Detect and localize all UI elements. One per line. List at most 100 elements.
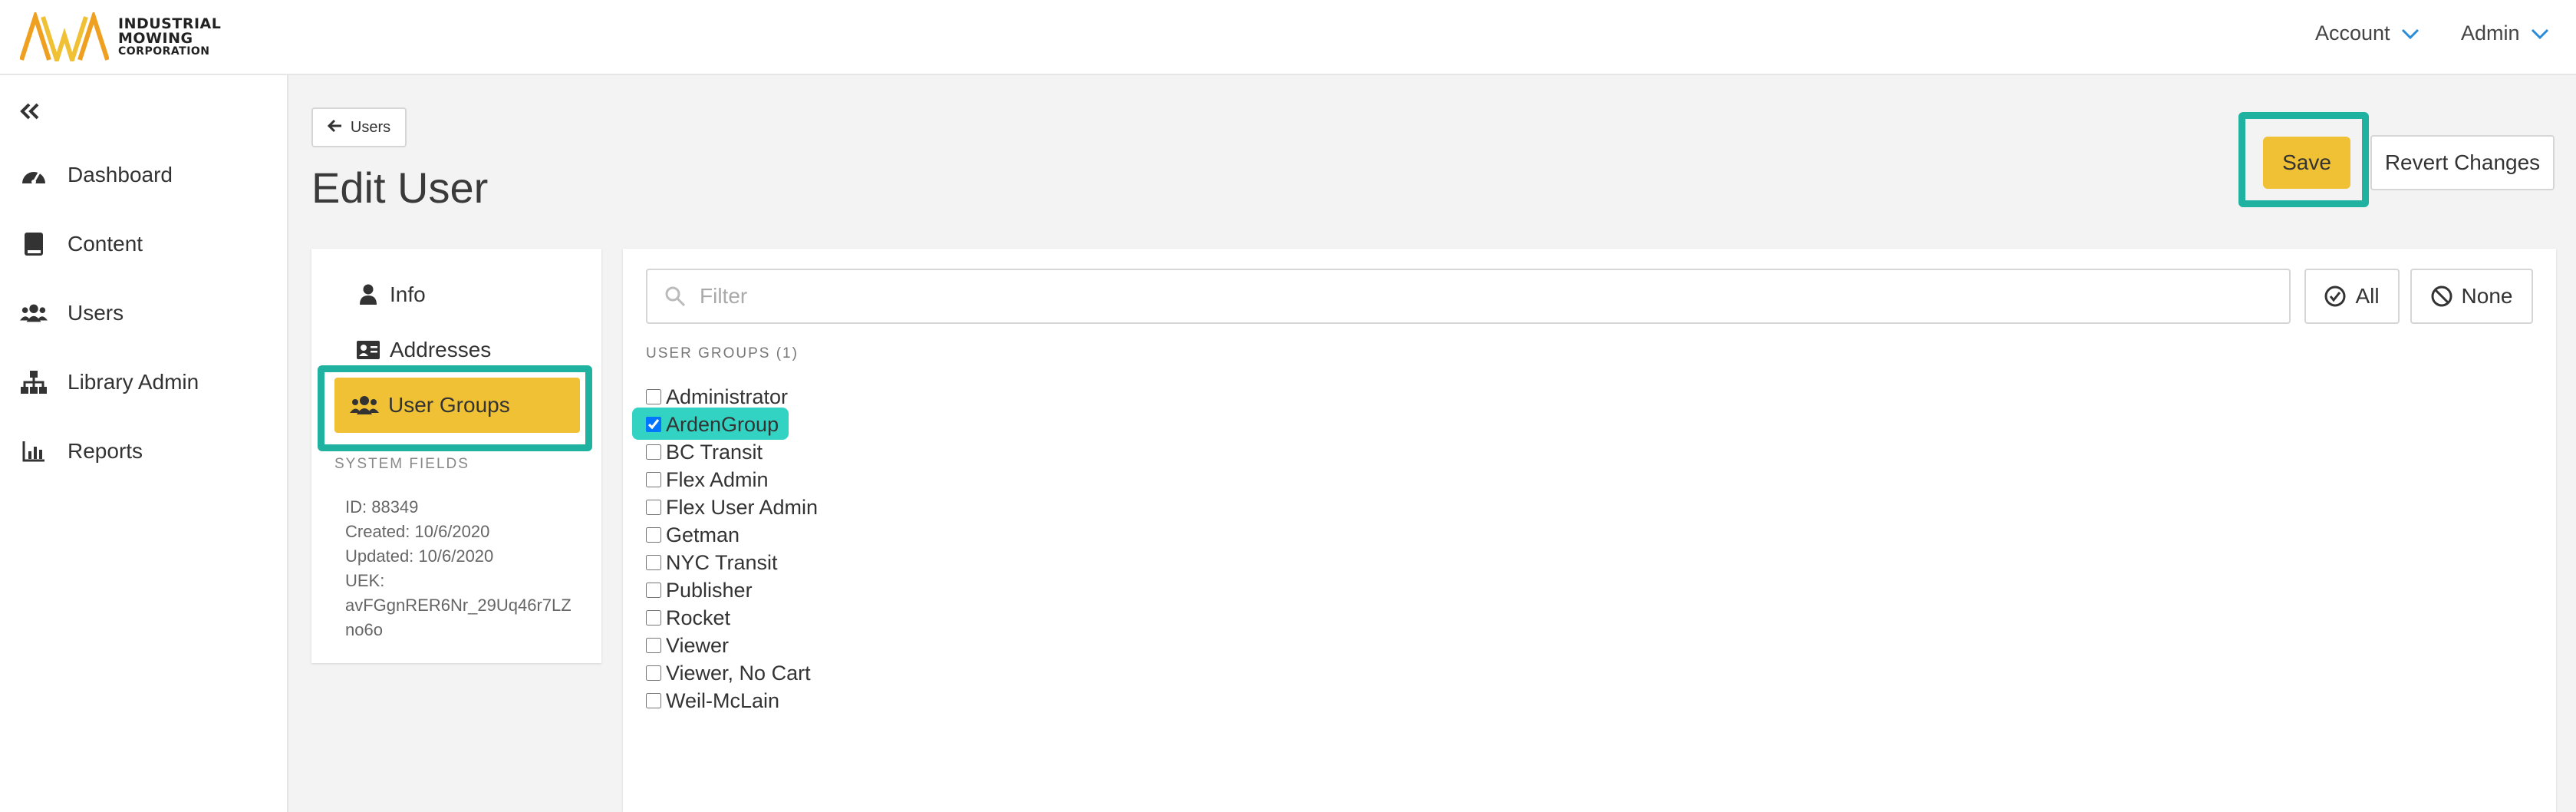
- sidebar-item-library-admin[interactable]: Library Admin: [20, 368, 199, 396]
- select-all-label: All: [2355, 284, 2380, 308]
- chevron-double-left-icon: [20, 103, 39, 120]
- collapse-sidebar-button[interactable]: [20, 95, 40, 128]
- company-logo[interactable]: INDUSTRIAL MOWING CORPORATION: [20, 9, 221, 64]
- sidebar-item-dashboard[interactable]: Dashboard: [20, 161, 173, 189]
- sidebar-item-reports[interactable]: Reports: [20, 437, 143, 465]
- sidebar-item-label: Library Admin: [68, 370, 199, 394]
- account-menu[interactable]: Account: [2315, 21, 2420, 45]
- select-none-button[interactable]: None: [2410, 269, 2533, 324]
- sidebar-item-users[interactable]: Users: [20, 299, 124, 327]
- revert-changes-button[interactable]: Revert Changes: [2370, 135, 2555, 190]
- system-fields-heading: SYSTEM FIELDS: [334, 456, 469, 472]
- user-group-checkbox[interactable]: [646, 389, 661, 404]
- arrow-left-icon: [327, 117, 343, 137]
- user-group-label: BC Transit: [666, 440, 763, 464]
- account-menu-label: Account: [2315, 21, 2390, 45]
- user-group-label: Flex User Admin: [666, 495, 819, 519]
- user-group-checkbox[interactable]: [646, 500, 661, 515]
- system-field-uek-value: avFGgnRER6Nr_29Uq46r7LZ: [345, 596, 572, 615]
- user-group-label: Administrator: [666, 385, 789, 408]
- system-field-id: ID: 88349: [345, 497, 419, 517]
- user-group-label: Rocket: [666, 606, 731, 629]
- sidebar-item-label: Content: [68, 232, 143, 256]
- user-group-label: Weil-McLain: [666, 688, 780, 712]
- tab-addresses[interactable]: Addresses: [356, 338, 491, 362]
- chart-icon: [20, 437, 48, 465]
- user-group-checkbox[interactable]: [646, 555, 661, 570]
- filter-input[interactable]: [700, 284, 2234, 309]
- check-circle-icon: [2324, 286, 2346, 307]
- user-group-checkbox[interactable]: [646, 583, 661, 598]
- tab-label: Addresses: [390, 338, 492, 361]
- admin-menu-label: Admin: [2461, 21, 2520, 45]
- system-field-uek-value: no6o: [345, 620, 383, 639]
- user-icon: [356, 282, 380, 307]
- user-group-label: Getman: [666, 523, 740, 546]
- user-group-item[interactable]: Administrator: [646, 384, 788, 410]
- user-group-label: Viewer, No Cart: [666, 661, 811, 685]
- user-group-label: ArdenGroup: [666, 412, 779, 436]
- logo-line-3: CORPORATION: [118, 45, 210, 58]
- dashboard-icon: [20, 161, 48, 189]
- ban-icon: [2431, 286, 2452, 307]
- user-group-label: Viewer: [666, 633, 730, 657]
- user-group-item[interactable]: Flex Admin: [646, 467, 769, 493]
- logo-line-2: MOWING: [118, 30, 193, 47]
- user-group-item[interactable]: Weil-McLain: [646, 688, 779, 714]
- sidebar: Dashboard Content Users Library Admin Re…: [0, 75, 288, 812]
- user-group-item[interactable]: Getman: [646, 522, 740, 548]
- system-field-updated: Updated: 10/6/2020: [345, 546, 494, 566]
- filter-field[interactable]: [646, 269, 2291, 324]
- sidebar-item-content[interactable]: Content: [20, 230, 143, 258]
- user-group-checkbox[interactable]: [646, 417, 661, 432]
- search-icon: [661, 286, 689, 307]
- users-icon: [20, 299, 48, 327]
- user-group-checkbox[interactable]: [646, 527, 661, 543]
- chevron-down-icon: [2531, 28, 2548, 39]
- user-group-item[interactable]: Publisher: [646, 577, 753, 603]
- top-bar: INDUSTRIAL MOWING CORPORATION Account Ad…: [0, 0, 2576, 75]
- user-groups-heading: USER GROUPS (1): [646, 345, 799, 361]
- user-group-item[interactable]: Flex User Admin: [646, 494, 818, 520]
- admin-menu[interactable]: Admin: [2461, 21, 2549, 45]
- page-title: Edit User: [311, 163, 489, 212]
- user-group-label: Flex Admin: [666, 467, 769, 491]
- select-none-label: None: [2461, 284, 2513, 308]
- save-button[interactable]: Save: [2263, 137, 2350, 189]
- user-group-item[interactable]: BC Transit: [646, 439, 763, 465]
- book-icon: [20, 230, 48, 258]
- user-group-item[interactable]: Viewer, No Cart: [646, 660, 811, 686]
- chevron-down-icon: [2401, 28, 2419, 39]
- user-group-item[interactable]: ArdenGroup: [632, 408, 789, 440]
- logo-mark-icon: [20, 12, 109, 61]
- sidebar-item-label: Dashboard: [68, 163, 173, 186]
- save-button-label: Save: [2282, 150, 2331, 174]
- id-card-icon: [356, 338, 380, 362]
- edit-user-tabs: Info Addresses User Groups SYSTEM FIELDS…: [311, 249, 601, 663]
- user-group-label: NYC Transit: [666, 550, 778, 574]
- sitemap-icon: [20, 368, 48, 396]
- tab-label: Info: [390, 282, 426, 306]
- revert-button-label: Revert Changes: [2384, 150, 2541, 174]
- user-group-checkbox[interactable]: [646, 665, 661, 681]
- sidebar-item-label: Reports: [68, 439, 143, 463]
- user-group-checkbox[interactable]: [646, 610, 661, 626]
- user-group-item[interactable]: Viewer: [646, 632, 729, 659]
- user-group-item[interactable]: Rocket: [646, 605, 730, 631]
- tab-info[interactable]: Info: [356, 282, 426, 307]
- system-field-created: Created: 10/6/2020: [345, 522, 490, 541]
- system-field-uek-label: UEK:: [345, 571, 385, 590]
- back-to-users-button[interactable]: Users: [311, 107, 407, 147]
- user-group-item[interactable]: NYC Transit: [646, 550, 778, 576]
- user-group-checkbox[interactable]: [646, 472, 661, 487]
- logo-wordmark: INDUSTRIAL MOWING CORPORATION: [118, 17, 221, 58]
- user-group-checkbox[interactable]: [646, 693, 661, 708]
- user-groups-panel: All None USER GROUPS (1) Administrator A…: [623, 249, 2556, 812]
- back-button-label: Users: [350, 118, 391, 136]
- select-all-button[interactable]: All: [2304, 269, 2400, 324]
- user-group-checkbox[interactable]: [646, 444, 661, 460]
- user-group-checkbox[interactable]: [646, 638, 661, 653]
- user-group-label: Publisher: [666, 578, 753, 602]
- user-groups-tab-highlight: [318, 365, 592, 451]
- sidebar-item-label: Users: [68, 301, 124, 325]
